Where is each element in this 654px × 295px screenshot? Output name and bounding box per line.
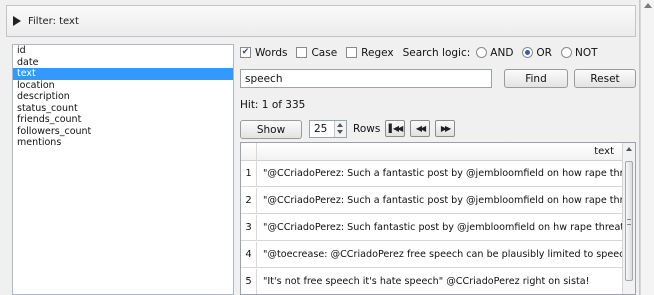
index-column-header — [241, 143, 257, 161]
attribute-item-friends-count[interactable]: friends_count — [13, 114, 233, 126]
not-radio[interactable] — [560, 47, 572, 58]
paging-controls: Show 25 Rows ▌◀◀ ◀◀ ▶▶ — [240, 118, 636, 139]
row-text: "@CCriadoPerez: Such a fantastic post by… — [263, 168, 622, 179]
case-option[interactable]: Case — [296, 47, 337, 59]
search-logic-label: Search logic: — [402, 46, 471, 59]
regex-label: Regex — [361, 46, 394, 59]
case-label: Case — [311, 46, 338, 59]
attribute-list[interactable]: id date text location description status… — [12, 44, 234, 295]
first-page-button[interactable]: ▌◀◀ — [385, 120, 405, 137]
find-button[interactable]: Find — [504, 69, 568, 88]
scroll-up-icon[interactable] — [626, 147, 632, 151]
show-button[interactable]: Show — [240, 120, 302, 139]
rows-spinner[interactable]: 25 — [309, 120, 347, 138]
words-option[interactable]: ✔ Words — [240, 47, 287, 59]
rows-value: 25 — [314, 123, 328, 135]
or-label: OR — [536, 46, 552, 59]
words-checkbox[interactable]: ✔ — [240, 47, 251, 58]
filter-window: Filter: text id date text location descr… — [0, 0, 640, 295]
regex-checkbox[interactable] — [346, 47, 358, 58]
hit-counter: Hit: 1 of 335 — [240, 99, 306, 111]
attribute-item-id[interactable]: id — [13, 45, 233, 57]
row-number: 5 — [241, 269, 257, 294]
search-input[interactable] — [240, 69, 492, 88]
table-row[interactable]: 1 "@CCriadoPerez: Such a fantastic post … — [241, 161, 622, 187]
rows-label: Rows — [353, 123, 381, 135]
row-number: 4 — [241, 242, 257, 268]
search-options: ✔ Words Case Regex Search logic: AND OR — [240, 44, 607, 61]
or-option[interactable]: OR — [522, 47, 552, 59]
table-row[interactable]: 5 "It's not free speech it's hate speech… — [241, 269, 622, 294]
and-option[interactable]: AND — [476, 47, 513, 59]
case-checkbox[interactable] — [296, 47, 308, 58]
next-page-icon: ▶▶ — [440, 124, 451, 133]
table-row[interactable]: 2 "@CCriadoPerez: Such a fantastic post … — [241, 188, 622, 214]
and-label: AND — [490, 46, 514, 59]
spinner-down-icon[interactable] — [337, 130, 343, 134]
table-header: text — [241, 143, 622, 161]
next-page-button[interactable]: ▶▶ — [435, 120, 455, 137]
table-row[interactable]: 3 "@CCriadoPerez: Such fantastic post by… — [241, 215, 622, 241]
window-scroll-up-icon[interactable] — [644, 3, 652, 8]
or-radio[interactable] — [522, 47, 534, 58]
words-label: Words — [255, 46, 288, 59]
text-column-header[interactable]: text — [594, 146, 614, 157]
row-number: 3 — [241, 215, 257, 241]
row-text: "@CCriadoPerez: Such a fantastic post by… — [263, 195, 622, 206]
attribute-item-date[interactable]: date — [13, 57, 233, 69]
row-text: "@CCriadoPerez: Such fantastic post by @… — [263, 222, 622, 233]
filter-title: Filter: text — [28, 15, 79, 27]
table-row[interactable]: 4 "@toecrease: @CCriadoPerez free speech… — [241, 242, 622, 268]
attribute-item-mentions[interactable]: mentions — [13, 137, 233, 149]
first-page-icon: ▌◀◀ — [388, 124, 404, 133]
filter-header[interactable]: Filter: text — [6, 5, 636, 37]
attribute-item-status-count[interactable]: status_count — [13, 103, 233, 115]
spinner-up-icon[interactable] — [337, 123, 343, 127]
row-text: "@toecrease: @CCriadoPerez free speech c… — [263, 249, 622, 260]
and-radio[interactable] — [476, 47, 488, 58]
attribute-item-text[interactable]: text — [13, 68, 233, 80]
row-number: 2 — [241, 188, 257, 214]
regex-option[interactable]: Regex — [346, 46, 394, 59]
previous-page-button[interactable]: ◀◀ — [410, 120, 430, 137]
row-text: "It's not free speech it's hate speech" … — [263, 276, 590, 287]
previous-page-icon: ◀◀ — [415, 124, 426, 133]
not-label: NOT — [574, 46, 598, 59]
row-number: 1 — [241, 161, 257, 187]
spinner-arrows[interactable] — [334, 121, 346, 137]
expand-triangle-icon[interactable] — [13, 16, 21, 26]
window-scrollbar[interactable] — [640, 0, 654, 295]
results-table: text 1 "@CCriadoPerez: Such a fantastic … — [240, 142, 636, 295]
reset-button[interactable]: Reset — [574, 69, 636, 88]
attribute-item-location[interactable]: location — [13, 80, 233, 92]
scroll-thumb[interactable] — [625, 161, 633, 281]
search-panel: ✔ Words Case Regex Search logic: AND OR — [240, 44, 636, 295]
table-scrollbar[interactable] — [622, 143, 635, 294]
not-option[interactable]: NOT — [560, 46, 598, 59]
attribute-item-description[interactable]: description — [13, 91, 233, 103]
attribute-item-followers-count[interactable]: followers_count — [13, 126, 233, 138]
